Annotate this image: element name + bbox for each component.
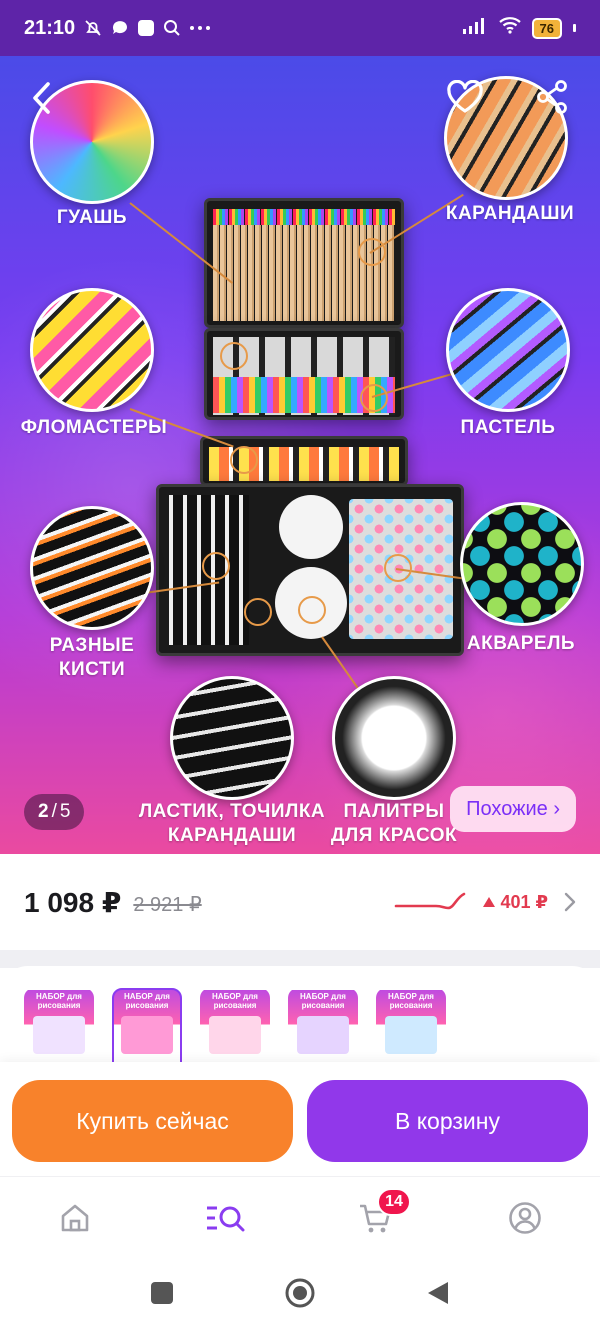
nav-catalog[interactable]: [195, 1188, 255, 1248]
favorite-button[interactable]: [440, 74, 490, 120]
image-counter-total: 5: [59, 801, 71, 822]
home-system-button[interactable]: [284, 1277, 316, 1314]
wifi-icon: [498, 16, 522, 40]
share-button[interactable]: [530, 74, 574, 120]
product-image-gallery[interactable]: ГУАШЬ КАРАНДАШИ ФЛОМАСТЕРЫ ПАСТЕЛЬ РАЗНЫ…: [0, 56, 600, 854]
bell-muted-icon: [83, 18, 103, 38]
highlight-ring: [202, 552, 230, 580]
chevron-left-icon: [33, 82, 50, 114]
chat-bubble-icon: [111, 19, 129, 37]
price-change-value: 401 ₽: [500, 891, 548, 912]
profile-icon: [509, 1201, 541, 1234]
label-gouache: ГУАШЬ: [56, 207, 128, 228]
highlight-ring: [358, 238, 386, 266]
image-counter: 2 / 5: [24, 794, 85, 830]
variant-picture: [33, 1016, 85, 1054]
variant-title: НАБОР для рисования: [124, 992, 170, 1010]
recents-button[interactable]: [150, 1281, 174, 1310]
pastel-detail-image: [446, 288, 570, 412]
current-price: 1 098 ₽: [24, 886, 122, 918]
purchase-action-bar: Купить сейчас В корзину: [0, 1062, 600, 1176]
status-bar: 21:10 76: [0, 0, 600, 56]
highlight-ring: [384, 554, 412, 582]
share-icon: [537, 80, 567, 114]
label-palettes: ПАЛИТРЫ ДЛЯ КРАСОК: [330, 801, 458, 846]
price-history-link[interactable]: 401 ₽: [394, 890, 576, 914]
back-button[interactable]: [20, 76, 64, 120]
triangle-up-icon: [483, 897, 496, 907]
nav-cart[interactable]: 14: [345, 1187, 411, 1248]
variant-title: НАБОР для рисования: [300, 992, 346, 1010]
variant-title: НАБОР для рисования: [36, 992, 82, 1010]
highlight-ring: [230, 446, 258, 474]
variant-picture: [385, 1016, 437, 1054]
battery-nub: [573, 24, 576, 32]
variant-picture: [209, 1016, 261, 1054]
variant-selector: НАБОР для рисования НАБОР для рисования …: [0, 966, 600, 1076]
variant-title: НАБОР для рисования: [212, 992, 258, 1010]
buy-now-button[interactable]: Купить сейчас: [12, 1080, 293, 1162]
cart-count-badge: 14: [377, 1187, 411, 1216]
eraser-detail-image: [170, 676, 294, 800]
label-pastel: ПАСТЕЛЬ: [460, 417, 556, 438]
highlight-ring: [220, 342, 248, 370]
price-trend-sparkline-icon: [395, 892, 466, 910]
label-pencils: КАРАНДАШИ: [445, 203, 575, 224]
nav-profile[interactable]: [495, 1188, 555, 1248]
highlight-ring: [244, 598, 272, 626]
back-system-button[interactable]: [426, 1280, 450, 1311]
square-app-icon: [137, 19, 155, 37]
image-counter-current: 2: [38, 801, 49, 822]
old-price: 2 921 ₽: [133, 893, 202, 916]
circle-home-icon: [285, 1278, 315, 1307]
add-to-cart-button[interactable]: В корзину: [307, 1080, 588, 1162]
battery-level: 76: [539, 20, 554, 36]
variant-picture: [297, 1016, 349, 1054]
price-block: 1 098 ₽ 2 921 ₽ 401 ₽: [0, 854, 600, 950]
search-icon: [163, 19, 181, 37]
home-icon: [61, 1204, 89, 1231]
watercolor-detail-image: [460, 502, 584, 626]
similar-products-button[interactable]: Похожие ›: [450, 786, 576, 832]
heart-icon: [447, 80, 483, 113]
label-watercolor: АКВАРЕЛЬ: [466, 633, 576, 654]
palettes-detail-image: [332, 676, 456, 800]
highlight-ring: [360, 384, 388, 412]
label-markers: ФЛОМАСТЕРЫ: [20, 417, 168, 438]
price-change: 401 ₽: [482, 892, 548, 913]
label-brushes: РАЗНЫЕ КИСТИ: [49, 635, 135, 680]
markers-detail-image: [30, 288, 154, 412]
square-recents-icon: [151, 1281, 173, 1304]
more-dots-icon: [189, 25, 211, 31]
chevron-right-icon: [564, 892, 576, 912]
variant-picture: [121, 1016, 173, 1054]
battery-icon: 76: [531, 17, 562, 39]
label-eraser-sharpener: ЛАСТИК, ТОЧИЛКА КАРАНДАШИ: [138, 801, 326, 846]
triangle-back-icon: [428, 1281, 448, 1304]
status-time: 21:10: [24, 16, 76, 39]
variant-title: НАБОР для рисования: [388, 992, 434, 1010]
image-counter-separator: /: [51, 801, 57, 822]
brushes-detail-image: [30, 506, 154, 630]
system-navigation-bar: [0, 1258, 600, 1332]
catalog-search-icon: [207, 1206, 245, 1231]
signal-icon: [462, 16, 488, 40]
nav-home[interactable]: [45, 1188, 105, 1248]
bottom-navigation: 14: [0, 1176, 600, 1258]
highlight-ring: [298, 596, 326, 624]
